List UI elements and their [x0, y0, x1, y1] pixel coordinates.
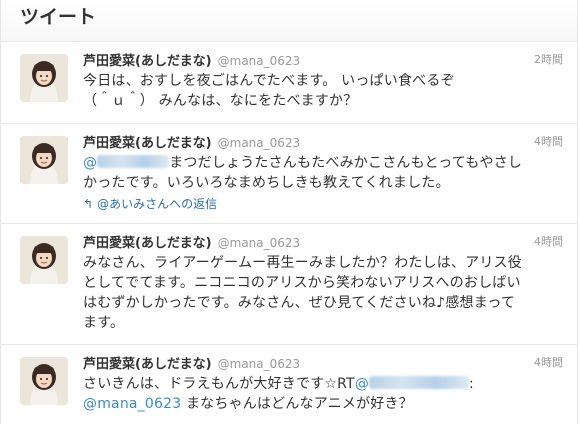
tweet-timestamp[interactable]: 2時間	[534, 51, 563, 69]
in-reply-to-link[interactable]: ↰ @あいみさんへの返信	[83, 196, 563, 212]
panel-header: ツイート	[1, 0, 577, 42]
tweet-text-line2: かったです。いろいろなまめちしきも教えてくれました。	[83, 175, 450, 191]
tweet-item[interactable]: 芦田愛菜(あしだまな) @mana_0623 4時間 @ まつだしょうたさんもたべみ…	[1, 124, 577, 224]
author-handle[interactable]: @mana_0623	[218, 136, 301, 150]
tweets-panel: ツイート 芦田愛菜(あしだまな) @mana_0623 2時間 今日は、おすしを夜…	[0, 0, 578, 424]
mention-prefix: @	[83, 155, 98, 171]
mention-link[interactable]: @	[354, 376, 470, 392]
avatar[interactable]	[20, 54, 68, 102]
mention-link[interactable]: @mana_0623	[83, 396, 181, 412]
reply-label: @あいみさんへの返信	[97, 197, 218, 211]
page-title: ツイート	[20, 6, 97, 28]
avatar[interactable]	[20, 236, 68, 284]
author-name[interactable]: 芦田愛菜(あしだまな)	[83, 54, 212, 69]
author-handle[interactable]: @mana_0623	[218, 236, 301, 250]
tweet-timestamp[interactable]: 4時間	[534, 133, 563, 151]
tweet-text: @ まつだしょうたさんもたべみかこさんもとってもやさし かったです。いろいろなまめ…	[83, 153, 563, 193]
avatar[interactable]	[20, 136, 68, 184]
tweet-timestamp[interactable]: 4時間	[534, 354, 563, 372]
tweet-text: みなさん、ライアーゲームー再生ーみましたか？わたしは、アリス役 としてでてます。…	[83, 255, 522, 331]
author-name[interactable]: 芦田愛菜(あしだまな)	[83, 357, 212, 372]
tweet-item[interactable]: 芦田愛菜(あしだまな) @mana_0623 2時間 今日は、おすしを夜ごはんでた…	[1, 42, 577, 124]
author-handle[interactable]: @mana_0623	[218, 54, 301, 68]
avatar-photo	[20, 136, 68, 184]
author-name[interactable]: 芦田愛菜(あしだまな)	[83, 236, 212, 251]
mention-colon: :	[469, 376, 474, 392]
tweet-text: さいきんは、ドラえもんが大好きです☆RT@: @mana_0623 まなちゃんは…	[83, 374, 563, 414]
author-handle[interactable]: @mana_0623	[218, 357, 301, 371]
mention-prefix: @	[354, 376, 370, 392]
blurred-username	[97, 155, 170, 168]
tweet-timestamp[interactable]: 4時間	[534, 233, 563, 251]
avatar-photo	[20, 236, 68, 284]
avatar[interactable]	[20, 357, 68, 405]
author-name[interactable]: 芦田愛菜(あしだまな)	[83, 136, 212, 151]
avatar-photo	[20, 54, 68, 102]
avatar-photo	[20, 357, 68, 405]
tweet-item[interactable]: 芦田愛菜(あしだまな) @mana_0623 4時間 さいきんは、ドラえもんが大好…	[1, 345, 577, 425]
tweet-text-line1: さいきんは、ドラえもんが大好きです☆RT	[83, 376, 355, 392]
tweet-text-line1: まつだしょうたさんもたべみかこさんもとってもやさし	[169, 155, 523, 171]
mention-link[interactable]: @	[83, 155, 170, 171]
blurred-username	[369, 376, 470, 389]
tweet-text: 今日は、おすしを夜ごはんでたべます。 いっぱい食べるぞ （＾ｕ＾） みんなは、な…	[83, 73, 455, 109]
tweet-item[interactable]: 芦田愛菜(あしだまな) @mana_0623 4時間 みなさん、ライアーゲームー再…	[1, 224, 577, 345]
reply-arrow-icon: ↰	[83, 197, 94, 211]
tweet-text-line2: まなちゃんはどんなアニメが好き？	[181, 396, 413, 412]
